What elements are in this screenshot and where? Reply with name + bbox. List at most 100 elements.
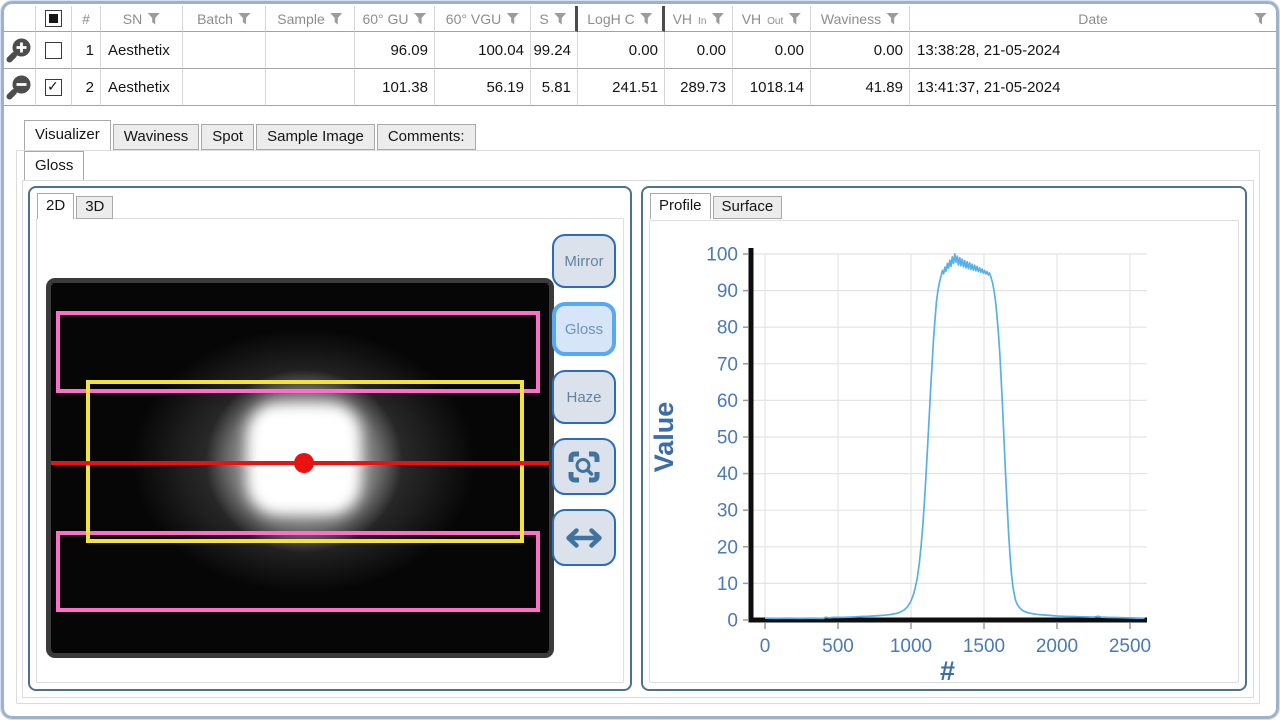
column-label: S: [539, 10, 549, 27]
profile-panel: Profile Surface 0 10 20 30 40 50 60 70 80 90 100 0 5…: [641, 186, 1247, 691]
mirror-button[interactable]: Mirror: [552, 234, 616, 288]
cell-vhout: 0.00: [774, 41, 804, 59]
tab-waviness[interactable]: Waviness: [112, 124, 200, 150]
filter-icon[interactable]: [553, 12, 567, 25]
cell-waviness: 0.00: [873, 41, 903, 59]
column-sublabel: In: [698, 16, 707, 27]
cell-num: 1: [85, 41, 94, 59]
tab-visualizer[interactable]: Visualizer: [24, 120, 111, 150]
tab-comments[interactable]: Comments:: [376, 124, 476, 150]
app-window: # SN Batch Sample 60° GU 60° VGU S LogH …: [0, 0, 1280, 720]
svg-text:70: 70: [717, 354, 738, 375]
cell-loghc: 0.00: [628, 41, 658, 59]
zoom-fit-button[interactable]: [552, 438, 616, 495]
filter-icon[interactable]: [788, 12, 802, 25]
results-table: # SN Batch Sample 60° GU 60° VGU S LogH …: [4, 6, 1276, 106]
column-label: Batch: [197, 10, 233, 27]
measurement-marker[interactable]: [294, 453, 314, 473]
svg-text:80: 80: [717, 318, 738, 339]
tab-profile[interactable]: Profile: [650, 193, 711, 219]
zoom-fit-icon: [568, 451, 600, 482]
cell-s: 5.81: [541, 78, 571, 96]
zoom-in-icon[interactable]: [6, 36, 34, 64]
visualizer-button-column: Mirror Gloss Haze: [552, 234, 616, 566]
main-tab-strip: Visualizer Waviness Spot Sample Image Co…: [24, 120, 478, 150]
screenshot-stage: # SN Batch Sample 60° GU 60° VGU S LogH …: [0, 0, 1280, 720]
svg-text:90: 90: [717, 281, 738, 302]
svg-text:60: 60: [717, 391, 738, 412]
table-header-row: # SN Batch Sample 60° GU 60° VGU S LogH …: [4, 6, 1276, 32]
cell-sn: Aesthetix: [108, 41, 170, 59]
flip-horizontal-button[interactable]: [552, 509, 616, 566]
svg-text:30: 30: [717, 501, 738, 522]
svg-text:20: 20: [717, 537, 738, 558]
row-checkbox[interactable]: [45, 41, 62, 59]
column-label: 60° GU: [362, 10, 409, 27]
svg-text:2500: 2500: [1109, 636, 1151, 657]
gloss-tab-page: 2D 3D Mirror Gloss Haze Profile Surface …: [22, 180, 1254, 698]
svg-text:#: #: [940, 656, 955, 686]
row-checkbox[interactable]: [45, 78, 62, 96]
horizontal-arrows-icon: [566, 527, 602, 548]
cell-60gu: 96.09: [390, 41, 428, 59]
filter-icon[interactable]: [329, 12, 343, 25]
tab-sample-image[interactable]: Sample Image: [256, 124, 375, 150]
svg-text:0: 0: [760, 636, 771, 657]
filter-icon[interactable]: [506, 12, 520, 25]
svg-text:2000: 2000: [1036, 636, 1078, 657]
filter-icon[interactable]: [886, 12, 900, 25]
column-label: #: [82, 10, 90, 27]
cell-vhin: 289.73: [680, 78, 726, 96]
tab-surface[interactable]: Surface: [712, 196, 783, 219]
measurement-image-2d[interactable]: [46, 278, 554, 658]
cell-num: 2: [85, 78, 94, 96]
cell-s: 99.24: [533, 41, 571, 59]
cell-60gu: 101.38: [382, 78, 428, 96]
panels-container: 2D 3D Mirror Gloss Haze Profile Surface …: [28, 186, 1247, 691]
visualizer-2d-panel: 2D 3D Mirror Gloss Haze: [28, 186, 632, 691]
column-label: VH: [672, 10, 693, 27]
filter-icon[interactable]: [147, 12, 161, 25]
gloss-tab-strip: Gloss: [24, 151, 86, 180]
tab-2d[interactable]: 2D: [37, 193, 75, 219]
haze-button[interactable]: Haze: [552, 370, 616, 424]
filter-icon[interactable]: [413, 12, 427, 25]
chart-tab-strip: Profile Surface: [650, 193, 784, 219]
cell-vhout: 1018.14: [749, 78, 804, 96]
cell-waviness: 41.89: [865, 78, 903, 96]
svg-text:100: 100: [706, 245, 738, 266]
column-label: 60° VGU: [445, 10, 502, 27]
cell-date: 13:41:37, 21-05-2024: [917, 78, 1061, 96]
cell-vhin: 0.00: [696, 41, 726, 59]
svg-text:Value: Value: [649, 402, 679, 473]
filter-icon[interactable]: [639, 12, 653, 25]
tab-gloss[interactable]: Gloss: [24, 151, 85, 180]
cell-loghc: 241.51: [612, 78, 658, 96]
profile-chart: 01020304050607080901000 500 1000 1500 2000 25…: [649, 245, 1151, 687]
column-label: Sample: [277, 10, 325, 27]
cell-date: 13:38:28, 21-05-2024: [917, 41, 1061, 59]
svg-text:500: 500: [822, 636, 854, 657]
svg-text:1000: 1000: [890, 636, 932, 657]
zoom-out-icon[interactable]: [6, 73, 34, 101]
column-sublabel: Out: [767, 16, 784, 27]
cell-60vgu: 56.19: [486, 78, 524, 96]
svg-text:1500: 1500: [963, 636, 1005, 657]
table-row[interactable]: 1 Aesthetix 96.09 100.04 99.24 0.00 0.00…: [4, 32, 1276, 69]
roi-rect-pink-bottom: [56, 531, 540, 612]
tab-3d[interactable]: 3D: [76, 196, 114, 219]
filter-icon[interactable]: [711, 12, 725, 25]
zoom-column-header: [4, 6, 36, 32]
column-label: Waviness: [820, 10, 882, 27]
filter-icon[interactable]: [237, 12, 251, 25]
view-tab-strip: 2D 3D: [37, 193, 115, 219]
filter-icon[interactable]: [1254, 12, 1267, 25]
table-row[interactable]: 2 Aesthetix 101.38 56.19 5.81 241.51 289…: [4, 69, 1276, 106]
tab-spot[interactable]: Spot: [201, 124, 255, 150]
column-label: SN: [122, 10, 143, 27]
header-checkbox[interactable]: [45, 10, 62, 27]
svg-text:0: 0: [727, 611, 738, 632]
cell-sn: Aesthetix: [108, 78, 170, 96]
svg-text:50: 50: [717, 428, 738, 449]
gloss-button[interactable]: Gloss: [552, 302, 616, 356]
